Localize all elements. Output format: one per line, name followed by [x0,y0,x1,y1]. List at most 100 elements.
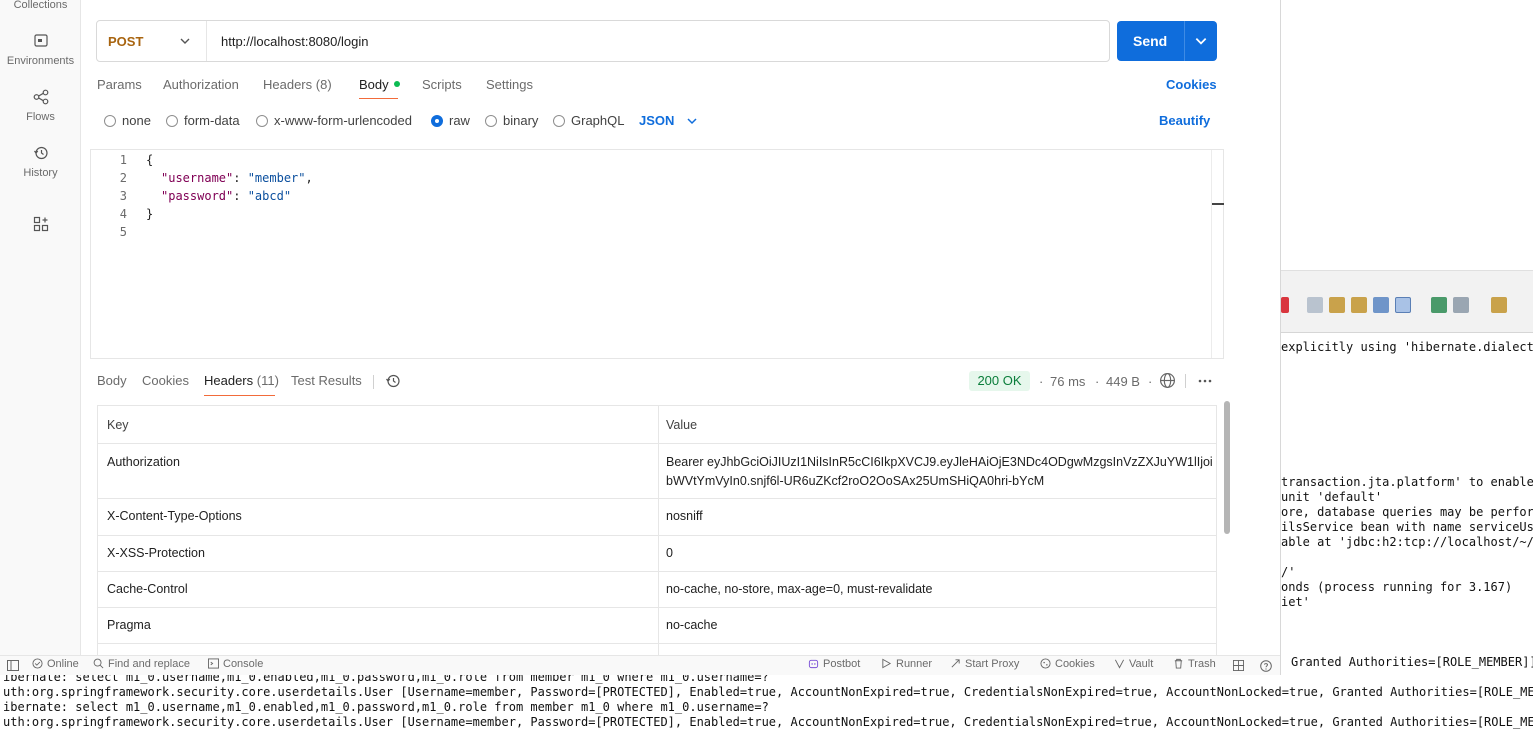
console-toggle[interactable]: Console [208,658,263,670]
tab-response-body[interactable]: Body [97,373,127,388]
find-and-replace[interactable]: Find and replace [93,658,190,670]
cookies-link[interactable]: Cookies [1166,77,1217,92]
header-key[interactable]: Authorization [107,455,180,469]
json-colon: : [233,189,248,203]
table-scrollbar[interactable] [1223,400,1231,655]
header-value[interactable]: Bearer eyJhbGciOiJIUzI1NiIsInR5cCI6IkpXV… [666,455,1213,469]
radio-none[interactable]: none [104,113,151,128]
tab-test-results[interactable]: Test Results [291,373,362,388]
table-row: Pragma no-cache [98,608,1216,644]
sidebar-item-flows[interactable]: Flows [0,89,81,123]
sidebar-item-history[interactable]: History [0,145,81,179]
tab-settings[interactable]: Settings [486,77,533,92]
header-key[interactable]: X-Content-Type-Options [107,509,242,523]
header-key[interactable]: Pragma [107,618,151,632]
status-label: Cookies [1055,658,1095,670]
console-line: /' [1281,565,1296,579]
divider [1185,374,1186,388]
clear-console-icon[interactable] [1307,297,1323,313]
vault-icon [1114,659,1125,669]
scrollbar-thumb[interactable] [1224,401,1230,534]
tab-headers[interactable]: Headers (8) [263,77,332,92]
ide-console-toolbar [1281,270,1533,333]
show-console-icon[interactable] [1373,297,1389,313]
sidebar-item-environments[interactable]: Environments [0,33,81,67]
header-value-continued[interactable]: bWVtYmVyIn0.snjf6l-UR6uZKcf2roO2OoSAx25U… [666,474,1044,488]
tab-response-headers[interactable]: Headers (11) [204,373,279,388]
runner-icon [882,658,892,669]
console-line: iet' [1281,595,1310,609]
tab-scripts[interactable]: Scripts [422,77,462,92]
status-badge[interactable]: 200 OK [969,371,1030,391]
radio-x-www-form-urlencoded[interactable]: x-www-form-urlencoded [256,113,412,128]
divider [1184,21,1185,61]
url-input[interactable]: http://localhost:8080/login [221,34,368,49]
online-status[interactable]: Online [32,658,79,670]
console-line: unit 'default' [1281,490,1383,504]
tab-response-cookies[interactable]: Cookies [142,373,189,388]
separator-dot: · [1039,374,1044,389]
help-icon[interactable] [1260,660,1272,672]
pin-console-icon[interactable] [1395,297,1411,313]
sidebar-item-label: History [23,167,58,179]
radio-label: form-data [184,113,240,128]
tab-body[interactable]: Body [359,77,400,92]
toggle-sidebar-icon[interactable] [7,660,19,671]
header-value[interactable]: 0 [666,546,673,560]
stop-icon[interactable] [1281,297,1289,313]
history-icon [33,146,48,160]
send-button[interactable]: Send [1117,21,1217,61]
tab-authorization[interactable]: Authorization [163,77,239,92]
status-label: Online [47,658,79,670]
body-editor[interactable]: 1 2 3 4 5 { "username": "member", "passw… [90,149,1224,359]
vault-button[interactable]: Vault [1114,658,1153,670]
chevron-down-icon[interactable] [1194,34,1208,48]
scroll-lock-icon[interactable] [1329,297,1345,313]
open-console-icon[interactable] [1453,297,1469,313]
code-line: "username": "member", [161,171,313,185]
trash-button[interactable]: Trash [1173,658,1216,670]
radio-label: GraphQL [571,113,625,128]
header-value[interactable]: no-cache, no-store, max-age=0, must-reva… [666,582,932,596]
radio-form-data[interactable]: form-data [166,113,240,128]
response-time[interactable]: 76 ms [1050,374,1085,389]
radio-raw[interactable]: raw [431,113,470,128]
trash-icon [1174,658,1183,669]
tab-count: (8) [315,77,332,92]
console-line: Granted Authorities=[ROLE_MEMBER]] [1291,655,1533,669]
header-key[interactable]: Cache-Control [107,582,188,596]
radio-circle [166,114,178,127]
method-select[interactable]: POST [97,21,207,61]
cookies-button[interactable]: Cookies [1040,658,1095,670]
sidebar-item-add-workspace[interactable] [0,216,81,238]
layout-grid-icon[interactable] [1233,660,1244,671]
runner-button[interactable]: Runner [881,658,932,670]
header-key[interactable]: X-XSS-Protection [107,546,205,560]
display-console-icon[interactable] [1431,297,1447,313]
beautify-link[interactable]: Beautify [1159,113,1210,128]
editor-scrollbar[interactable] [1211,150,1224,358]
word-wrap-icon[interactable] [1351,297,1367,313]
sidebar-item-collections[interactable]: Collections [0,0,81,11]
header-value[interactable]: nosniff [666,509,703,523]
radio-binary[interactable]: binary [485,113,538,128]
header-value[interactable]: no-cache [666,618,717,632]
postbot-button[interactable]: Postbot [808,658,860,670]
environments-icon [33,34,48,47]
new-console-icon[interactable] [1491,297,1507,313]
line-number: 4 [119,207,127,221]
format-select[interactable]: JSON [639,113,698,128]
table-header-row: Key Value [98,406,1216,444]
globe-icon[interactable] [1159,372,1176,389]
tab-label: Scripts [422,77,462,92]
radio-graphql[interactable]: GraphQL [553,113,624,128]
start-proxy-button[interactable]: Start Proxy [950,658,1019,670]
tab-params[interactable]: Params [97,77,142,92]
response-size[interactable]: 449 B [1106,374,1140,389]
more-options-icon[interactable] [1197,374,1213,388]
chevron-down-icon [180,38,190,44]
json-value: "member" [247,171,306,185]
history-icon[interactable] [385,373,401,389]
status-label: Find and replace [108,658,190,670]
console-line: ore, database queries may be performe [1281,505,1533,519]
